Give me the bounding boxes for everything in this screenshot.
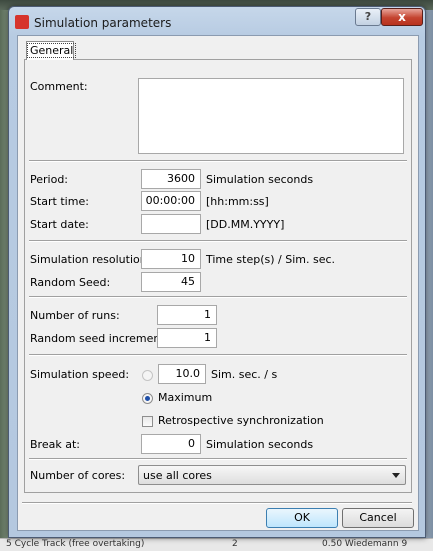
separator (29, 458, 407, 460)
simulation-resolution-input[interactable]: 10 (141, 249, 201, 269)
random-seed-increment-label: Random seed increment: (30, 332, 169, 345)
comment-label: Comment: (30, 80, 88, 93)
simulation-speed-input[interactable]: 10.0 (158, 364, 206, 384)
maximum-label[interactable]: Maximum (158, 391, 212, 404)
break-at-input[interactable]: 0 (141, 434, 201, 454)
tab-general[interactable]: General (26, 41, 77, 60)
period-unit: Simulation seconds (206, 173, 314, 186)
simulation-resolution-label: Simulation resolution: (30, 253, 151, 266)
tab-general-label: General (27, 43, 77, 58)
number-of-cores-value: use all cores (143, 469, 212, 482)
simulation-resolution-unit: Time step(s) / Sim. sec. (206, 253, 336, 266)
ok-button[interactable]: OK (266, 508, 338, 528)
comment-textarea[interactable] (138, 78, 404, 154)
background-row-count: 2 (232, 539, 238, 549)
background-row-text: 5 Cycle Track (free overtaking) (6, 539, 145, 549)
dialog-client-area: General Comment: Period: 3600 Simulation… (17, 35, 419, 531)
simulation-parameters-dialog: Simulation parameters ? x General Commen… (8, 6, 426, 538)
retrospective-sync-label[interactable]: Retrospective synchronization (158, 414, 324, 427)
break-at-unit: Simulation seconds (206, 438, 314, 451)
start-time-unit: [hh:mm:ss] (206, 195, 269, 208)
period-label: Period: (30, 173, 69, 186)
number-of-runs-input[interactable]: 1 (157, 305, 217, 325)
retrospective-sync-checkbox[interactable] (142, 416, 153, 427)
separator (29, 354, 407, 356)
background-row-value: 0.50 Wiedemann 9 (322, 539, 408, 549)
background-app-table: 5 Cycle Track (free overtaking) 2 0.50 W… (0, 538, 433, 551)
simulation-speed-unit: Sim. sec. / s (211, 368, 278, 381)
close-button[interactable]: x (381, 8, 423, 26)
random-seed-input[interactable]: 45 (141, 272, 201, 292)
title-bar[interactable]: Simulation parameters ? x (9, 7, 425, 35)
chevron-down-icon (392, 473, 400, 478)
start-time-input[interactable]: 00:00:00 (141, 191, 201, 211)
break-at-label: Break at: (30, 438, 80, 451)
general-tab-panel: Comment: Period: 3600 Simulation seconds… (24, 59, 412, 493)
dialog-title: Simulation parameters (34, 16, 172, 30)
number-of-cores-select[interactable]: use all cores (138, 465, 406, 485)
help-button[interactable]: ? (355, 8, 381, 26)
start-time-label: Start time: (30, 195, 89, 208)
simulation-speed-label: Simulation speed: (30, 368, 130, 381)
app-icon (15, 15, 29, 29)
random-seed-label: Random Seed: (30, 276, 111, 289)
start-date-label: Start date: (30, 218, 89, 231)
separator (29, 296, 407, 298)
start-date-unit: [DD.MM.YYYY] (206, 218, 285, 231)
separator (29, 240, 407, 242)
period-input[interactable]: 3600 (141, 169, 201, 189)
random-seed-increment-input[interactable]: 1 (157, 328, 217, 348)
cancel-button[interactable]: Cancel (342, 508, 414, 528)
number-of-runs-label: Number of runs: (30, 309, 120, 322)
maximum-radio[interactable] (142, 393, 153, 404)
separator (29, 160, 407, 162)
separator (22, 502, 412, 504)
speed-value-radio[interactable] (142, 370, 153, 381)
start-date-input[interactable] (141, 214, 201, 234)
number-of-cores-label: Number of cores: (30, 469, 126, 482)
